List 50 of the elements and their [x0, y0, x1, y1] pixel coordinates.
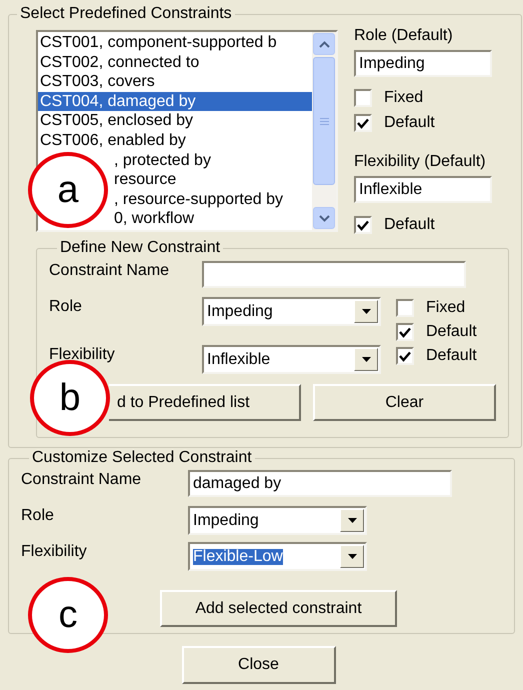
scrollbar[interactable] — [312, 32, 336, 230]
scroll-up-icon[interactable] — [313, 33, 335, 55]
dropdown[interactable]: Impeding — [202, 297, 381, 326]
list-item[interactable]: CST001, component-supported b — [38, 33, 312, 53]
checkbox-label: Default — [384, 217, 435, 233]
button[interactable]: Add selected constraint — [160, 590, 397, 627]
checkbox-label: Default — [384, 115, 435, 131]
checkbox[interactable] — [396, 323, 414, 341]
field-label: Flexibility — [21, 542, 88, 560]
field-label: Flexibility — [49, 345, 116, 363]
checkbox-label: Default — [426, 324, 477, 340]
button[interactable]: d to Predefined list — [109, 384, 301, 421]
checkbox-label: Default — [426, 348, 477, 364]
field-label: Constraint Name — [49, 261, 170, 279]
field-label: Flexibility (Default) — [354, 154, 487, 170]
dropdown[interactable]: Flexible-Low — [188, 542, 367, 571]
group-title: Customize Selected Constraint — [31, 450, 253, 466]
field-label: Constraint Name — [21, 470, 142, 488]
checkbox-label: Fixed — [426, 300, 466, 316]
scroll-down-icon[interactable] — [313, 207, 335, 229]
group-title: Select Predefined Constraints — [19, 6, 233, 22]
list-item[interactable]: CST002, connected to — [38, 52, 312, 72]
checkbox[interactable] — [396, 347, 414, 365]
callout-circle: c — [28, 577, 108, 653]
text-field[interactable] — [202, 261, 466, 288]
list-item[interactable]: , resource-supported by — [112, 190, 312, 210]
field-label: Role — [21, 506, 55, 524]
list-item[interactable]: CST004, damaged by — [38, 92, 312, 112]
text-field[interactable]: Inflexible — [354, 176, 492, 203]
dropdown[interactable]: Inflexible — [202, 345, 381, 374]
text-field[interactable]: Impeding — [354, 50, 492, 77]
field-label: Role — [49, 297, 83, 315]
checkbox[interactable] — [396, 299, 414, 317]
text-field[interactable]: damaged by — [188, 470, 452, 497]
checkbox-label: Fixed — [384, 90, 424, 106]
scroll-thumb[interactable] — [313, 57, 335, 185]
list-item[interactable]: CST005, enclosed by — [38, 111, 312, 131]
dropdown[interactable]: Impeding — [188, 506, 367, 535]
list-item[interactable]: 0, workflow — [112, 209, 312, 229]
checkbox[interactable] — [354, 216, 372, 234]
group-title: Define New Constraint — [59, 240, 222, 256]
button[interactable]: Close — [182, 646, 336, 684]
checkbox[interactable] — [354, 89, 372, 107]
list-item[interactable]: CST006, enabled by — [38, 130, 312, 151]
checkbox[interactable] — [354, 114, 372, 132]
field-label: Role (Default) — [354, 28, 454, 44]
list-item[interactable]: CST003, covers — [38, 72, 312, 92]
list-item[interactable]: resource — [112, 170, 312, 190]
list-item[interactable]: , protected by — [112, 150, 312, 170]
button[interactable]: Clear — [313, 384, 496, 421]
